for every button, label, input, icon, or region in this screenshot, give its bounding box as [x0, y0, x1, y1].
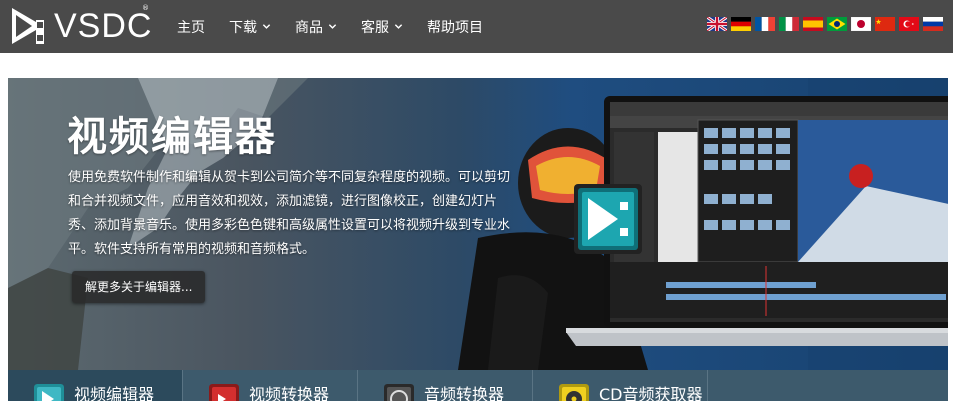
language-selector — [707, 17, 943, 31]
video-editor-icon — [34, 384, 64, 401]
audio-converter-icon — [384, 384, 414, 401]
registered-mark: ® — [142, 4, 149, 12]
nav-item-label: 主页 — [177, 19, 205, 36]
tab-label: 音频转换器 — [424, 385, 505, 401]
flag-italy-icon[interactable] — [779, 17, 799, 31]
chevron-down-icon — [394, 24, 403, 29]
nav-item-label: 下载 — [229, 19, 257, 36]
tab-label: 视频编辑器 — [74, 385, 155, 401]
flag-turkey-icon[interactable] — [899, 17, 919, 31]
flag-uk-icon[interactable] — [707, 17, 727, 31]
brand-name: VSDC — [54, 7, 153, 45]
nav-item-products[interactable]: 商品 — [295, 17, 337, 37]
nav-item-label: 客服 — [361, 19, 389, 36]
video-editor-app-icon — [574, 184, 642, 254]
tab-video-editor[interactable]: 视频编辑器 — [8, 370, 183, 401]
main-menu: 主页 下载 商品 客服 帮助项目 — [177, 0, 507, 53]
nav-item-label: 帮助项目 — [427, 19, 483, 36]
tab-label: CD音频获取器 — [599, 385, 703, 401]
chevron-down-icon — [328, 24, 337, 29]
tab-label: 视频转换器 — [249, 385, 330, 401]
cd-grabber-icon — [559, 384, 589, 401]
flag-china-icon[interactable] — [875, 17, 895, 31]
hero-banner: 视频编辑器 使用免费软件制作和编辑从贺卡到公司简介等不同复杂程度的视频。可以剪切… — [8, 78, 948, 370]
vsdc-logo[interactable]: VSDC — [10, 6, 152, 46]
flag-spain-icon[interactable] — [803, 17, 823, 31]
tab-audio-converter[interactable]: 音频转换器 — [358, 370, 533, 401]
nav-item-support[interactable]: 客服 — [361, 17, 403, 37]
flag-germany-icon[interactable] — [731, 17, 751, 31]
nav-item-home[interactable]: 主页 — [177, 17, 205, 37]
hero-title: 视频编辑器 — [67, 114, 277, 160]
hero-description: 使用免费软件制作和编辑从贺卡到公司简介等不同复杂程度的视频。可以剪切和合并视频文… — [68, 170, 511, 257]
chevron-down-icon — [262, 24, 271, 29]
nav-item-label: 商品 — [295, 19, 323, 36]
flag-japan-icon[interactable] — [851, 17, 871, 31]
nav-item-download[interactable]: 下载 — [229, 17, 271, 37]
video-converter-icon — [209, 384, 239, 401]
tab-video-converter[interactable]: 视频转换器 — [183, 370, 358, 401]
flag-russia-icon[interactable] — [923, 17, 943, 31]
product-tabs: 视频编辑器 视频转换器 音频转换器 CD音频获取器 — [8, 370, 948, 401]
top-navigation-bar: VSDC ® 主页 下载 商品 客服 帮助项目 — [0, 0, 953, 53]
flag-france-icon[interactable] — [755, 17, 775, 31]
nav-item-help[interactable]: 帮助项目 — [427, 17, 483, 37]
tab-cd-grabber[interactable]: CD音频获取器 — [533, 370, 708, 401]
learn-more-button[interactable]: 解更多关于编辑器... — [72, 271, 206, 303]
flag-brazil-icon[interactable] — [827, 17, 847, 31]
vsdc-logo-icon — [12, 8, 44, 44]
